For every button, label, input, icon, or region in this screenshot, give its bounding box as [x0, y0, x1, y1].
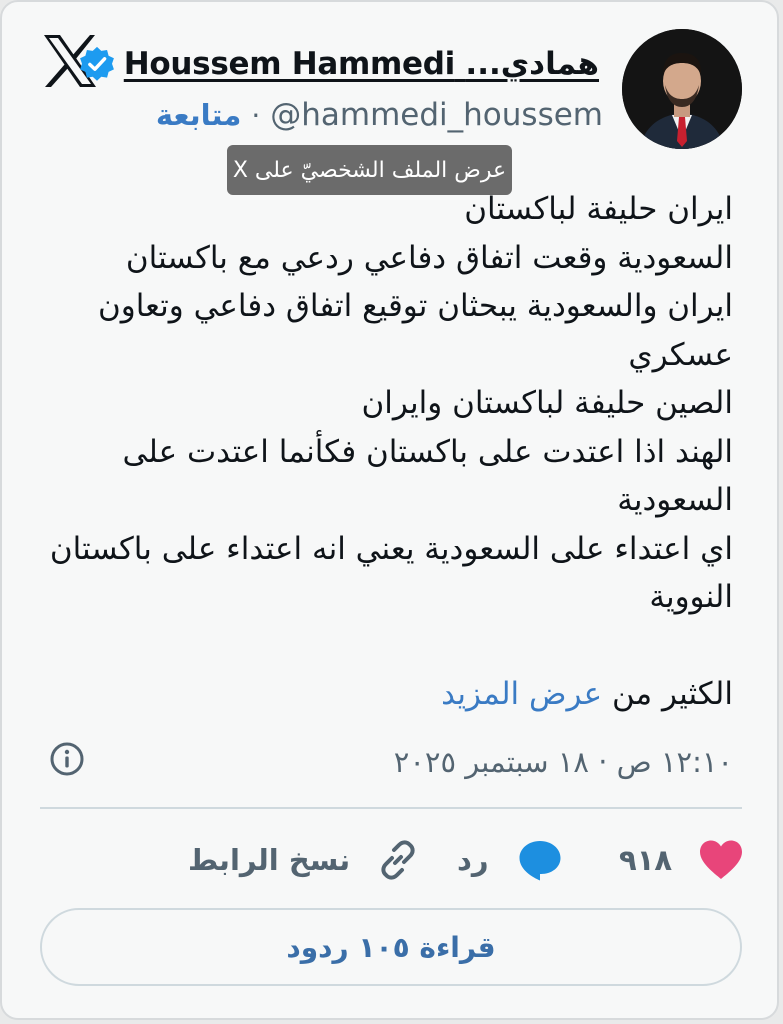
reply-button[interactable]: رد [457, 832, 563, 888]
speech-bubble-icon [519, 841, 561, 881]
author-name-suffix: همادي... [465, 46, 599, 82]
tweet-timestamp[interactable]: ١٢:١٠ ص · ١٨ سبتمبر ٢٠٢٥ [394, 740, 733, 784]
follow-link[interactable]: متابعة [156, 98, 242, 132]
divider [40, 807, 742, 809]
action-bar: ٩١٨ رد نسخ الرابط [2, 832, 777, 888]
copy-link-label: نسخ الرابط [188, 843, 351, 877]
tweet-line: ايران والسعودية يبحثان توقيع اتفاق دفاعي… [98, 288, 733, 324]
like-count: ٩١٨ [619, 843, 673, 877]
tweet-line: النووية [649, 579, 733, 615]
like-button[interactable]: ٩١٨ [619, 832, 744, 888]
tweet-line: ايران حليفة لباكستان [464, 191, 733, 227]
info-icon[interactable] [48, 740, 86, 778]
tweet-embed-card: Houssem Hammedi همادي... متابعة · @hamme… [0, 0, 779, 1020]
separator-dot: · [251, 98, 261, 132]
reply-label: رد [457, 843, 489, 877]
heart-icon [700, 840, 743, 879]
read-replies-button[interactable]: قراءة ١٠٥ ردود [40, 908, 742, 986]
tweet-line: الهند اذا اعتدت على باكستان فكأنما اعتدت… [122, 433, 733, 470]
author-name-row[interactable]: Houssem Hammedi همادي... [78, 40, 599, 88]
show-more-link[interactable]: عرض المزيد [441, 676, 602, 712]
avatar[interactable] [622, 29, 742, 149]
tweet-line: السعودية [617, 482, 733, 518]
tweet-line: السعودية وقعت اتفاق دفاعي ردعي مع باكستا… [125, 239, 733, 276]
author-name-text: Houssem Hammedi [123, 46, 455, 82]
author-handle[interactable]: @hammedi_houssem [270, 97, 603, 133]
link-icon [381, 840, 415, 880]
tooltip-text: عرض الملف الشخصيّ على X [232, 157, 507, 183]
tweet-text: ايران حليفة لباكستان السعودية وقعت اتفاق… [43, 185, 733, 622]
author-handle-row: متابعة · @hammedi_houssem [156, 90, 603, 140]
verified-badge-icon [79, 46, 114, 81]
tweet-line: الصين حليفة لباكستان وايران [361, 385, 733, 421]
copy-link-button[interactable]: نسخ الرابط [188, 832, 420, 888]
author-display-name[interactable]: Houssem Hammedi همادي... [123, 46, 600, 82]
show-more-row: الكثير من عرض المزيد [441, 669, 733, 719]
tweet-line: اي اعتداء على السعودية يعني انه اعتداء ع… [49, 530, 733, 567]
avatar-image [622, 29, 742, 149]
tweet-line: عسكري [628, 336, 733, 373]
read-replies-label: قراءة ١٠٥ ردود [286, 930, 496, 964]
show-more-prefix: الكثير من [611, 676, 733, 712]
